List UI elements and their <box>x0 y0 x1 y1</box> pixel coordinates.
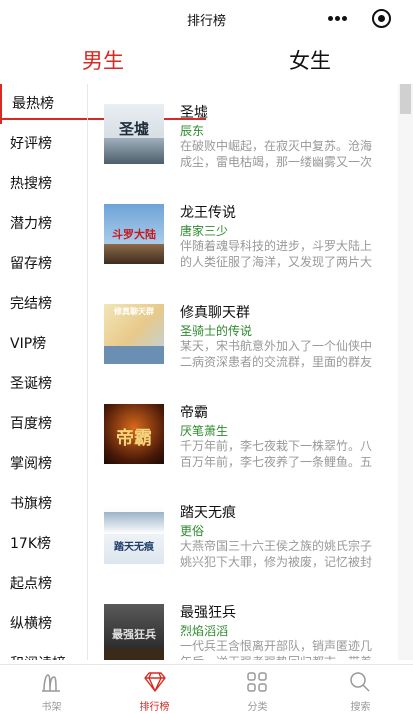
book-title: 帝霸 <box>180 405 208 421</box>
sidebar-item-heyuedu[interactable]: 和阅读榜 <box>0 644 87 660</box>
list-item[interactable]: 踏天无痕 踏天无痕 更俗 大燕帝国三十六王侯之族的姚氏宗子姚兴犯下大罪，修为被废… <box>88 484 398 584</box>
sidebar-item-potential[interactable]: 潜力榜 <box>0 204 87 244</box>
book-title: 修真聊天群 <box>180 305 250 321</box>
book-author: 烈焰滔滔 <box>180 624 229 638</box>
scrollbar-thumb[interactable] <box>400 84 411 114</box>
sidebar-item-17k[interactable]: 17K榜 <box>0 524 87 564</box>
tab-bookshelf[interactable]: 书架 <box>0 665 103 714</box>
book-cover: 斗罗大陆 <box>104 204 164 264</box>
search-icon <box>350 672 370 692</box>
sidebar-item-vip[interactable]: VIP榜 <box>0 324 87 364</box>
list-item[interactable]: 帝霸 帝霸 厌笔萧生 千万年前，李七夜栽下一株翠竹。八百万年前，李七夜养了一条鲤… <box>88 384 398 484</box>
book-cover: 修真聊天群 <box>104 304 164 364</box>
sidebar-item-hottest[interactable]: 最热榜 <box>0 84 87 124</box>
sidebar-item-zongheng[interactable]: 纵横榜 <box>0 604 87 644</box>
book-description: 千万年前，李七夜栽下一株翠竹。八百万年前，李七夜养了一条鲤鱼。五百万年前，李七夜… <box>180 439 373 469</box>
rank-category-sidebar: 最热榜 好评榜 热搜榜 潜力榜 留存榜 完结榜 VIP榜 圣诞榜 百度榜 掌阅榜… <box>0 84 88 660</box>
book-author: 辰东 <box>180 124 205 138</box>
book-description: 伴随着魂导科技的进步，斗罗大陆上的人类征服了海洋，又发现了两片大陆。魂兽也随着人… <box>180 239 373 269</box>
sidebar-item-hot-search[interactable]: 热搜榜 <box>0 164 87 204</box>
book-description: 大燕帝国三十六王侯之族的姚氏宗子姚兴犯下大罪，修为被废，记忆被封印，贬为庶民…… <box>180 539 373 569</box>
book-title: 踏天无痕 <box>180 505 236 521</box>
sidebar-item-retention[interactable]: 留存榜 <box>0 244 87 284</box>
bookshelf-icon <box>42 674 60 692</box>
book-cover: 最强狂兵 <box>104 604 164 660</box>
grid-icon <box>247 672 267 692</box>
book-author: 厌笔萧生 <box>180 424 229 438</box>
book-cover: 踏天无痕 <box>104 504 164 564</box>
sidebar-item-completed[interactable]: 完结榜 <box>0 284 87 324</box>
book-author: 唐家三少 <box>180 224 229 238</box>
gender-tabs: 男生 女生 <box>0 38 413 120</box>
tab-female[interactable]: 女生 <box>207 38 413 84</box>
tab-label: 书架 <box>41 702 62 713</box>
bottom-tab-bar: 书架 排行榜 分类 搜索 <box>0 664 413 714</box>
list-scrollbar[interactable] <box>398 84 413 660</box>
sidebar-item-baidu[interactable]: 百度榜 <box>0 404 87 444</box>
book-title: 圣墟 <box>180 105 208 121</box>
close-miniprogram-icon[interactable] <box>372 9 391 28</box>
tab-ranking[interactable]: 排行榜 <box>103 665 206 714</box>
more-options-icon[interactable] <box>328 16 348 22</box>
sidebar-item-christmas[interactable]: 圣诞榜 <box>0 364 87 404</box>
tab-label: 分类 <box>247 702 268 713</box>
tab-categories[interactable]: 分类 <box>206 665 309 714</box>
book-author: 圣骑士的传说 <box>180 324 253 338</box>
tab-search[interactable]: 搜索 <box>309 665 412 714</box>
list-item[interactable]: 修真聊天群 修真聊天群 圣骑士的传说 某天，宋书航意外加入了一个仙侠中二病资深患… <box>88 284 398 384</box>
book-title: 最强狂兵 <box>180 605 236 621</box>
sidebar-item-zhangyue[interactable]: 掌阅榜 <box>0 444 87 484</box>
book-description: 一代兵王含恨离开部队，销声匿迹几年后，逆天强者强势回归都市，带着一身惊人本领…… <box>180 639 373 660</box>
book-title: 龙王传说 <box>180 205 236 221</box>
tab-male[interactable]: 男生 <box>0 38 206 84</box>
sidebar-item-qidian[interactable]: 起点榜 <box>0 564 87 604</box>
sidebar-item-shuqi[interactable]: 书旗榜 <box>0 484 87 524</box>
list-item[interactable]: 最强狂兵 最强狂兵 烈焰滔滔 一代兵王含恨离开部队，销声匿迹几年后，逆天强者强势… <box>88 584 398 660</box>
page-title: 排行榜 <box>186 14 226 29</box>
tab-label: 搜索 <box>350 702 371 713</box>
book-author: 更俗 <box>180 524 205 538</box>
book-cover: 圣墟 <box>104 104 164 164</box>
diamond-icon <box>144 672 166 692</box>
book-list: 圣墟 圣墟 辰东 在破败中崛起，在寂灭中复苏。沧海成尘，雷电枯竭，那一缕幽雾又一… <box>88 84 398 660</box>
list-item[interactable]: 斗罗大陆 龙王传说 唐家三少 伴随着魂导科技的进步，斗罗大陆上的人类征服了海洋，… <box>88 184 398 284</box>
list-item[interactable]: 圣墟 圣墟 辰东 在破败中崛起，在寂灭中复苏。沧海成尘，雷电枯竭，那一缕幽雾又一… <box>88 84 398 184</box>
book-description: 在破败中崛起，在寂灭中复苏。沧海成尘，雷电枯竭，那一缕幽雾又一次临近大地，世间的… <box>180 139 373 169</box>
top-bar: 排行榜 <box>0 0 413 38</box>
book-description: 某天，宋书航意外加入了一个仙侠中二病资深患者的交流群，里面的群友们都以‘道友’相… <box>180 339 373 369</box>
tab-label: 排行榜 <box>139 702 170 713</box>
book-cover: 帝霸 <box>104 404 164 464</box>
sidebar-item-best-rated[interactable]: 好评榜 <box>0 124 87 164</box>
